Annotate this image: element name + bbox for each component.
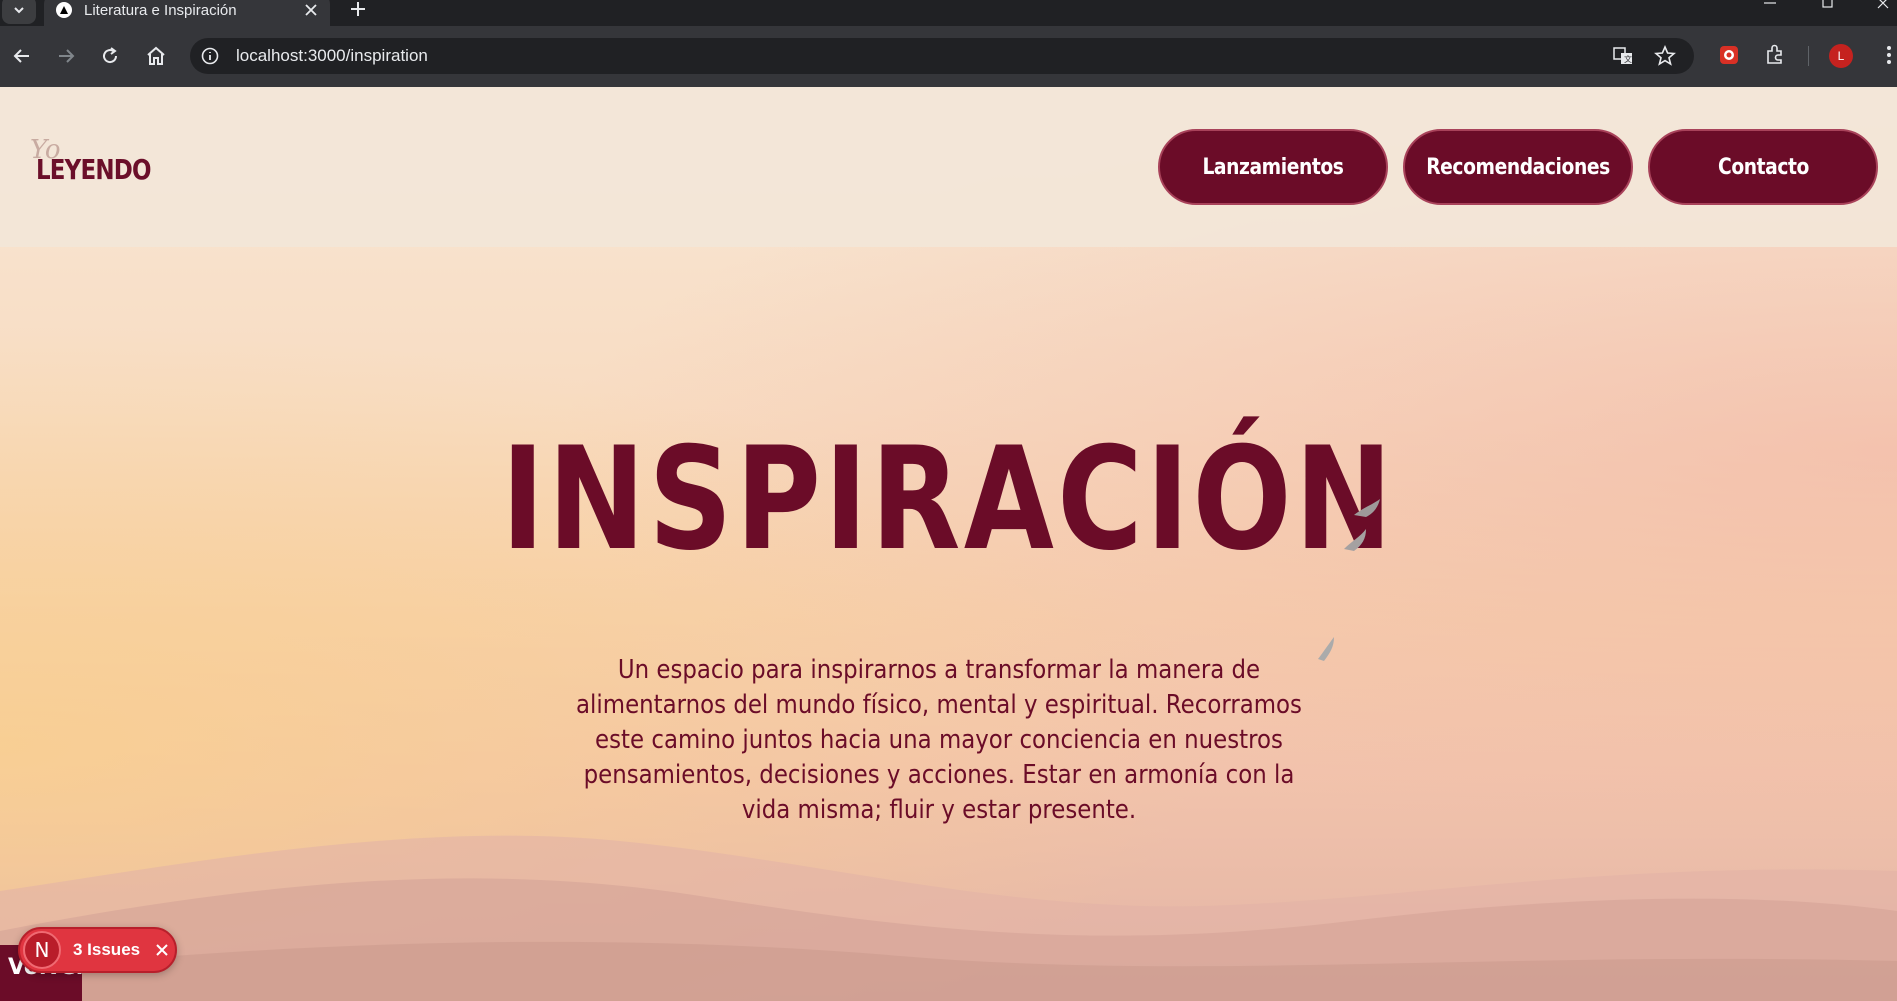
translate-icon[interactable]: 文 [1612,45,1634,67]
close-tab-icon[interactable] [302,1,320,19]
dev-issues-badge[interactable]: N 3 Issues [18,927,177,973]
page-viewport: Yo LEYENDO Lanzamientos Recomendaciones … [0,87,1897,1001]
forward-arrow-icon[interactable] [54,44,78,68]
browser-tab[interactable]: Literatura e Inspiración [44,0,330,26]
issues-count-label: 3 Issues [73,940,141,959]
tab-title: Literatura e Inspiración [84,1,237,19]
nav-lanzamientos-button[interactable]: Lanzamientos [1158,129,1388,205]
browser-tab-strip: Literatura e Inspiración [0,0,1897,26]
site-info-icon[interactable] [200,46,220,66]
address-bar[interactable]: localhost:3000/inspiration 文 [190,38,1694,74]
bookmark-star-icon[interactable] [1654,45,1676,67]
nav-contacto-button[interactable]: Contacto [1648,129,1878,205]
site-logo[interactable]: Yo LEYENDO [26,135,156,195]
close-icon[interactable] [154,942,170,958]
hero-description: Un espacio para inspirarnos a transforma… [576,655,1302,825]
extensions-puzzle-icon[interactable] [1762,42,1788,68]
site-header: Yo LEYENDO Lanzamientos Recomendaciones … [0,87,1897,247]
nav-recomendaciones-button[interactable]: Recomendaciones [1403,129,1633,205]
desert-dunes-background [0,835,1897,1001]
page-title: INSPIRACIÓN [501,417,1396,582]
home-icon[interactable] [144,44,168,68]
profile-avatar[interactable]: L [1829,44,1853,68]
reload-icon[interactable] [98,44,122,68]
bird-icon [1344,529,1366,551]
extension-red-icon[interactable] [1716,42,1742,68]
back-arrow-icon[interactable] [10,44,34,68]
minimize-icon[interactable] [1760,0,1780,10]
close-window-icon[interactable] [1874,0,1894,10]
url-text: localhost:3000/inspiration [236,46,428,65]
toolbar-separator [1808,46,1809,66]
chevron-down-icon [14,7,24,14]
kebab-menu-icon[interactable] [1876,42,1897,68]
tab-search-button[interactable] [2,0,36,24]
browser-toolbar: localhost:3000/inspiration 文 L [0,26,1897,87]
framework-logo-icon: N [23,931,61,969]
bird-icon [1354,499,1380,517]
favicon-icon [56,2,72,18]
svg-text:文: 文 [1624,54,1632,64]
logo-text: LEYENDO [36,153,152,186]
restore-icon[interactable] [1818,0,1838,10]
new-tab-icon[interactable] [346,0,370,21]
